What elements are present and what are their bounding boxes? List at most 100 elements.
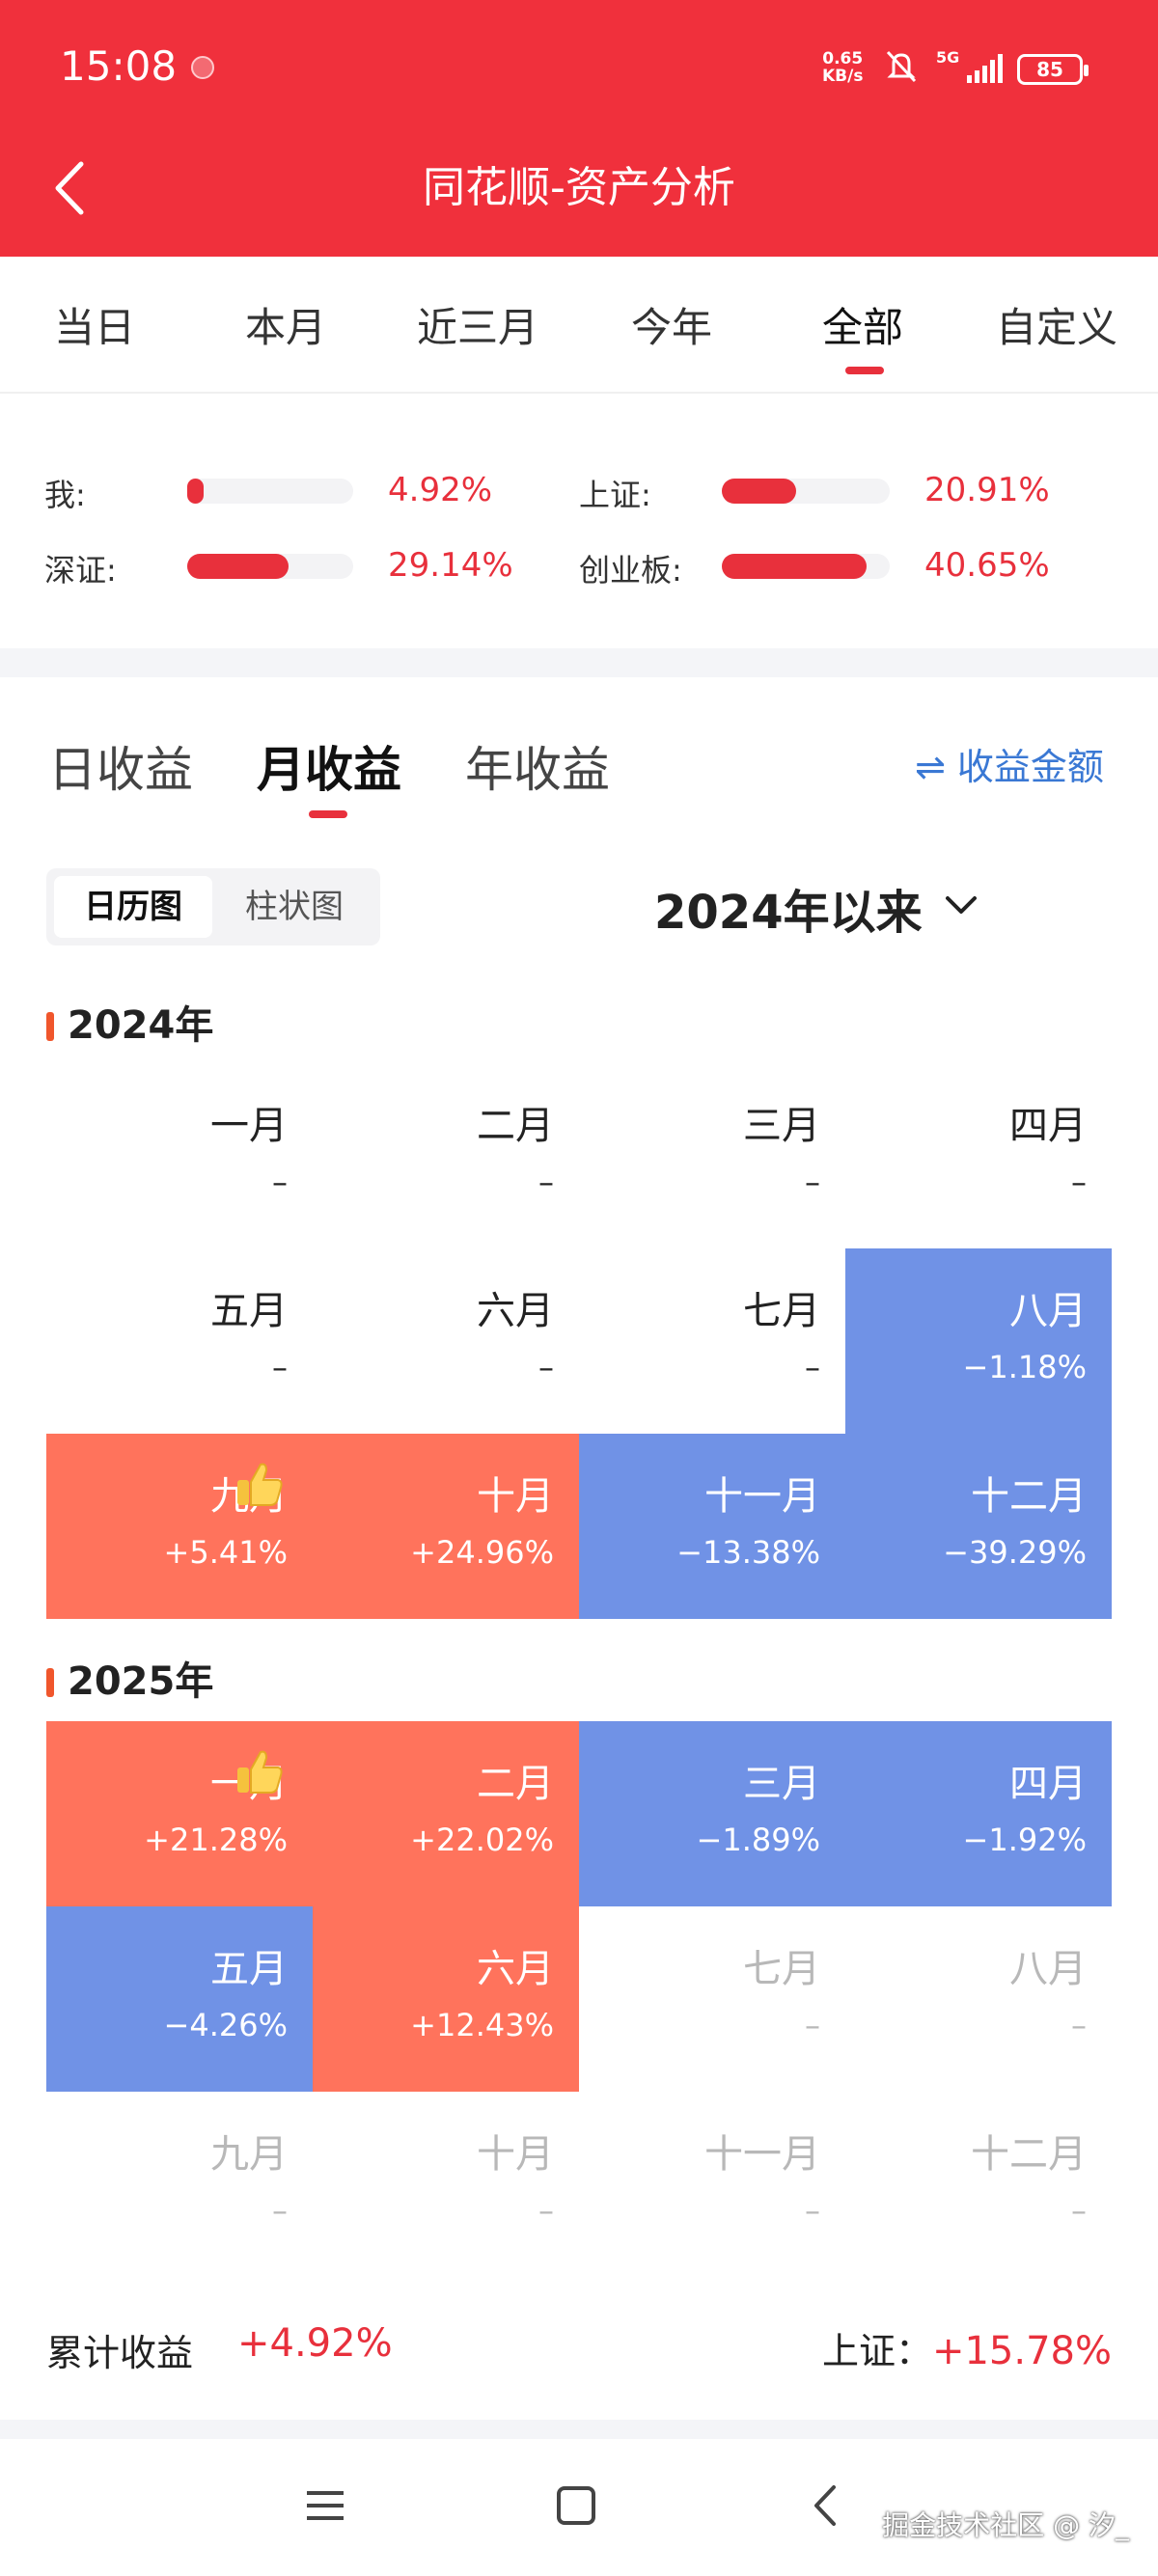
cmp-label-chinext: 创业板: — [579, 552, 682, 589]
tab-today[interactable]: 当日 — [54, 295, 135, 354]
signal-icon — [967, 54, 1003, 83]
month-label: 八月 — [1009, 1947, 1087, 1991]
network-type: 5G — [936, 48, 960, 67]
cmp-value-mine: 4.92% — [388, 471, 493, 509]
month-return: – — [538, 2192, 554, 2229]
month-cell[interactable]: 七月 – — [579, 1906, 845, 2092]
month-return: – — [1071, 2192, 1087, 2229]
tab-this-year[interactable]: 今年 — [631, 295, 712, 354]
cmp-value-shanghai: 20.91% — [924, 471, 1050, 509]
menu-icon[interactable] — [301, 2481, 349, 2530]
month-label: 五月 — [210, 1289, 288, 1333]
notification-dot-icon — [191, 56, 214, 79]
month-label: 八月 — [1009, 1289, 1087, 1333]
range-select[interactable]: 2024年以来 — [654, 874, 923, 942]
tab-monthly-return[interactable]: 月收益 — [257, 731, 401, 801]
tab-custom[interactable]: 自定义 — [996, 295, 1117, 354]
month-return: +21.28% — [144, 1822, 288, 1858]
cumulative-return-label: 累计收益 — [46, 2332, 194, 2374]
month-cell[interactable]: 六月 +12.43% — [313, 1906, 579, 2092]
month-return: – — [805, 1164, 820, 1200]
month-label: 十一月 — [704, 2132, 820, 2177]
year-title-2024: 2024年 — [46, 994, 213, 1050]
network-speed: 0.65 KB/s — [822, 49, 864, 86]
benchmark-return: 上证：+15.78% — [821, 2329, 1112, 2373]
month-label: 二月 — [477, 1104, 554, 1148]
month-cell[interactable]: 五月 – — [46, 1248, 313, 1434]
month-label: 十二月 — [971, 2132, 1087, 2177]
month-label: 一月 — [210, 1104, 288, 1148]
month-return: – — [538, 1349, 554, 1385]
month-return: – — [1071, 2007, 1087, 2043]
tab-all[interactable]: 全部 — [822, 295, 903, 354]
month-return: – — [805, 2007, 820, 2043]
back-nav-icon[interactable] — [803, 2481, 851, 2530]
thumbs-up-icon — [237, 1463, 283, 1506]
home-icon[interactable] — [552, 2481, 600, 2530]
month-return: – — [272, 1349, 288, 1385]
month-label: 十月 — [477, 2132, 554, 2177]
month-cell[interactable]: 十一月 −13.38% — [579, 1434, 845, 1619]
month-cell[interactable]: 八月 −1.18% — [845, 1248, 1112, 1434]
month-cell[interactable]: 三月 −1.89% — [579, 1721, 845, 1906]
month-cell[interactable]: 十二月 −39.29% — [845, 1434, 1112, 1619]
cmp-bar-shenzhen — [187, 554, 353, 579]
month-cell[interactable]: 一月 – — [46, 1063, 313, 1248]
month-return: – — [1071, 1164, 1087, 1200]
month-label: 三月 — [743, 1104, 820, 1148]
return-tab-indicator — [309, 810, 347, 818]
page-title: 同花顺-资产分析 — [423, 163, 735, 212]
month-label: 十月 — [477, 1474, 554, 1519]
year-marker — [46, 1012, 54, 1041]
chevron-down-icon[interactable] — [942, 886, 980, 924]
cmp-value-shenzhen: 29.14% — [388, 546, 513, 585]
month-cell[interactable]: 五月 −4.26% — [46, 1906, 313, 2092]
month-cell[interactable]: 十月 – — [313, 2092, 579, 2277]
month-label: 六月 — [477, 1947, 554, 1991]
month-label: 二月 — [477, 1762, 554, 1806]
month-label: 十二月 — [971, 1474, 1087, 1519]
tab-yearly-return[interactable]: 年收益 — [465, 731, 610, 801]
calendar-view-button[interactable]: 日历图 — [54, 876, 212, 938]
cmp-label-shenzhen: 深证: — [44, 552, 117, 589]
month-cell[interactable]: 四月 – — [845, 1063, 1112, 1248]
month-cell[interactable]: 七月 – — [579, 1248, 845, 1434]
month-cell[interactable]: 十月 +24.96% — [313, 1434, 579, 1619]
year-title-2025: 2025年 — [46, 1650, 213, 1706]
month-cell[interactable]: 十一月 – — [579, 2092, 845, 2277]
month-cell[interactable]: 三月 – — [579, 1063, 845, 1248]
cumulative-return-value: +4.92% — [237, 2321, 393, 2366]
month-return: +12.43% — [410, 2007, 554, 2043]
month-return: – — [538, 1164, 554, 1200]
month-return: −4.26% — [163, 2007, 288, 2043]
month-return: – — [272, 1164, 288, 1200]
month-label: 七月 — [743, 1947, 820, 1991]
month-label: 九月 — [210, 2132, 288, 2177]
month-label: 三月 — [743, 1762, 820, 1806]
month-cell[interactable]: 十二月 – — [845, 2092, 1112, 2277]
section-divider — [0, 648, 1158, 677]
month-cell[interactable]: 九月 – — [46, 2092, 313, 2277]
month-cell[interactable]: 四月 −1.92% — [845, 1721, 1112, 1906]
period-tabs: 当日 本月 近三月 今年 全部 自定义 — [0, 257, 1158, 394]
cmp-value-chinext: 40.65% — [924, 546, 1050, 585]
month-return: −1.18% — [962, 1349, 1087, 1385]
month-return: −13.38% — [676, 1534, 820, 1571]
cmp-bar-shanghai — [722, 479, 890, 504]
cmp-bar-mine — [187, 479, 353, 504]
month-cell[interactable]: 六月 – — [313, 1248, 579, 1434]
cmp-label-mine: 我: — [44, 477, 86, 513]
month-return: +5.41% — [163, 1534, 288, 1571]
tab-daily-return[interactable]: 日收益 — [48, 731, 193, 801]
tab-three-months[interactable]: 近三月 — [417, 295, 538, 354]
month-cell[interactable]: 二月 – — [313, 1063, 579, 1248]
month-cell[interactable]: 八月 – — [845, 1906, 1112, 2092]
month-cell[interactable]: 二月 +22.02% — [313, 1721, 579, 1906]
tab-this-month[interactable]: 本月 — [245, 295, 326, 354]
cmp-bar-chinext — [722, 554, 890, 579]
month-label: 四月 — [1009, 1762, 1087, 1806]
muted-bell-icon — [886, 50, 917, 83]
amount-toggle-button[interactable]: ⇌ 收益金额 — [915, 737, 1104, 790]
bar-view-button[interactable]: 柱状图 — [216, 876, 372, 938]
active-tab-indicator — [845, 367, 884, 374]
